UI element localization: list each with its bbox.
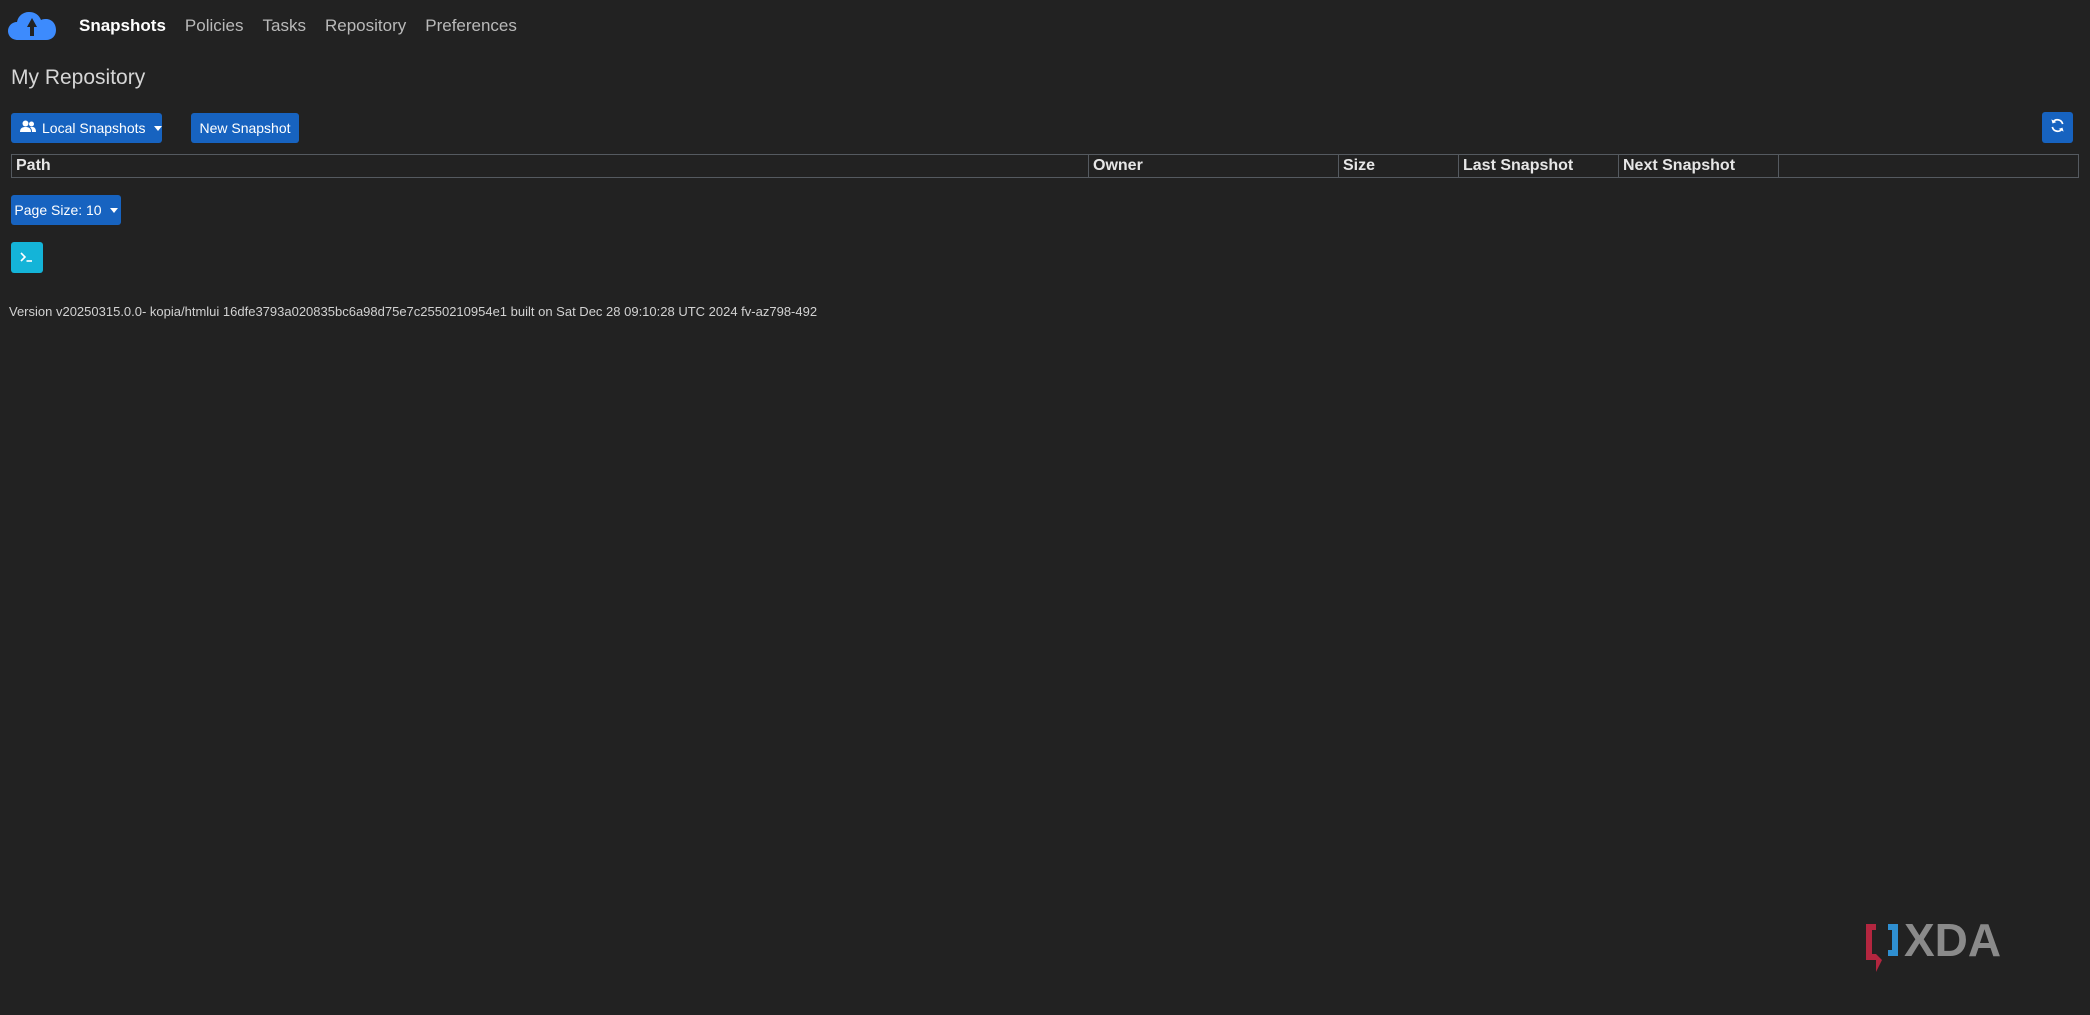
chevron-down-icon: [109, 207, 118, 213]
xda-watermark-logo: XDA: [1862, 914, 2058, 980]
column-header-owner[interactable]: Owner: [1089, 155, 1339, 177]
column-header-next-snapshot[interactable]: Next Snapshot: [1619, 155, 1779, 177]
page-title: My Repository: [11, 66, 146, 89]
nav-repository[interactable]: Repository: [325, 14, 406, 38]
local-snapshots-dropdown[interactable]: Local Snapshots: [11, 113, 162, 143]
users-icon: [20, 113, 36, 143]
xda-text: XDA: [1904, 916, 2001, 966]
refresh-button[interactable]: [2042, 112, 2073, 143]
local-snapshots-label: Local Snapshots: [42, 120, 146, 136]
page-size-label: Page Size: 10: [14, 202, 102, 218]
snapshots-table: Path Owner Size Last Snapshot Next Snaps…: [11, 154, 2079, 178]
version-info: Version v20250315.0.0- kopia/htmlui 16df…: [9, 304, 818, 319]
column-header-size[interactable]: Size: [1339, 155, 1459, 177]
new-snapshot-button[interactable]: New Snapshot: [191, 113, 299, 143]
refresh-icon: [2050, 113, 2065, 143]
terminal-icon: [20, 249, 34, 267]
chevron-down-icon: [153, 125, 162, 131]
column-header-last-snapshot[interactable]: Last Snapshot: [1459, 155, 1619, 177]
terminal-button[interactable]: [11, 242, 43, 273]
page-size-dropdown[interactable]: Page Size: 10: [11, 195, 121, 225]
nav-policies[interactable]: Policies: [185, 14, 244, 38]
nav-menu: Snapshots Policies Tasks Repository Pref…: [79, 14, 536, 38]
nav-snapshots[interactable]: Snapshots: [79, 14, 166, 38]
new-snapshot-label: New Snapshot: [199, 120, 291, 136]
column-header-actions: [1779, 155, 2078, 177]
nav-tasks[interactable]: Tasks: [263, 14, 306, 38]
column-header-path[interactable]: Path: [12, 155, 1089, 177]
navbar: Snapshots Policies Tasks Repository Pref…: [0, 0, 2090, 52]
cloud-logo-icon[interactable]: [8, 10, 56, 42]
nav-preferences[interactable]: Preferences: [425, 14, 517, 38]
